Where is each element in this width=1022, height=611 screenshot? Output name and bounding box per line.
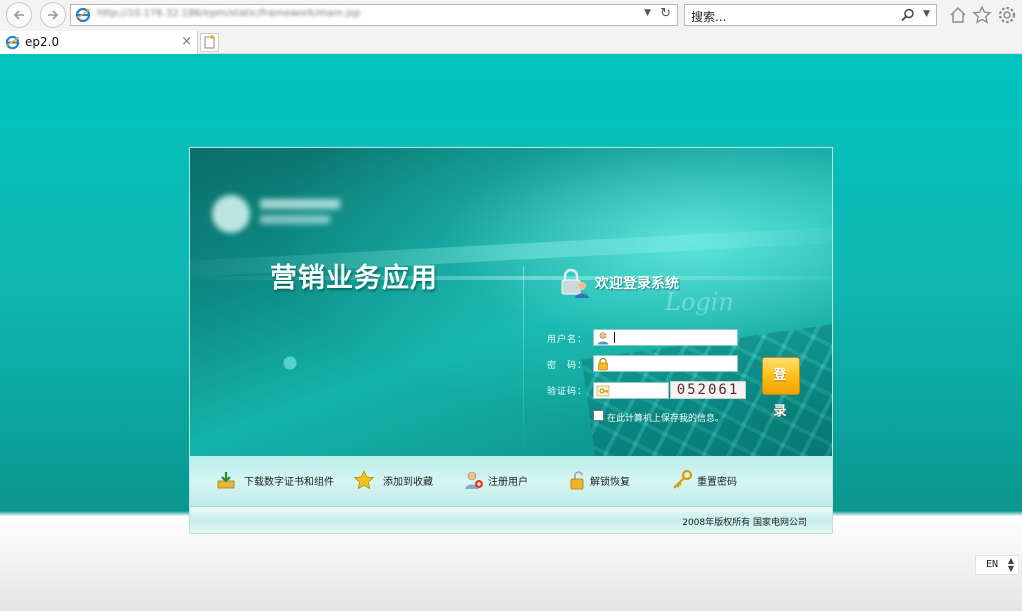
home-icon[interactable] [948,5,968,25]
captcha-input[interactable] [593,382,669,399]
ie-logo-icon [75,7,91,23]
link-label: 解锁恢复 [590,477,630,488]
key-icon [596,385,610,397]
search-placeholder: 搜索... [691,10,727,24]
address-dropdown-icon[interactable]: ▼ [644,8,651,18]
arrow-right-icon [48,10,59,20]
refresh-icon[interactable]: ↻ [660,6,671,21]
copyright-text: 2008年版权所有 国家电网公司 [682,518,807,528]
login-banner: 营销业务应用 欢迎登录系统 Login 用户名： 密 码： 验证码： 05206… [190,148,832,456]
forward-button[interactable] [40,2,66,28]
username-label: 用户名： [547,335,588,345]
login-panel: 营销业务应用 欢迎登录系统 Login 用户名： 密 码： 验证码： 05206… [189,147,833,534]
back-button[interactable] [6,2,32,28]
arrow-left-icon [13,10,24,20]
lock-icon [598,357,608,371]
login-watermark: Login [665,288,734,316]
link-label: 添加到收藏 [383,477,433,488]
ie-logo-icon [5,35,20,50]
link-label: 注册用户 [488,477,528,488]
user-icon [597,332,609,345]
app-title: 营销业务应用 [270,263,438,294]
star-favorites-icon[interactable] [972,5,992,25]
captcha-image[interactable]: 052061 [670,381,746,399]
spinner-arrows-icon[interactable]: ▲ ▼ [1008,557,1014,573]
remember-me-checkbox[interactable] [593,410,604,421]
page-background: 营销业务应用 欢迎登录系统 Login 用户名： 密 码： 验证码： 05206… [0,54,1022,611]
unlock-icon [570,471,584,490]
browser-toolbar: http://10.176.32.186/epm/static/framewor… [0,0,1022,31]
gear-icon[interactable] [997,5,1017,25]
footer: 2008年版权所有 国家电网公司 [190,506,832,533]
login-button[interactable]: 登 录 [762,357,800,419]
search-icon[interactable] [900,7,916,23]
tab-ep20[interactable]: ep2.0 × [0,31,198,54]
link-label: 下载数字证书和组件 [244,477,334,488]
user-lock-icon [561,268,589,298]
company-logo [212,193,352,235]
captcha-label: 验证码： [547,387,588,397]
link-label: 重置密码 [697,477,737,488]
username-input[interactable] [593,329,738,346]
new-tab-icon [204,35,215,49]
language-code: EN [986,559,999,570]
remember-me-label: 在此计算机上保存我的信息。 [607,414,725,424]
search-dropdown-icon[interactable]: ▼ [923,9,930,19]
password-label: 密 码： [547,361,588,371]
language-switcher[interactable]: EN ▲ ▼ [975,555,1019,575]
text-caret [614,332,615,343]
new-tab-button[interactable] [200,33,219,52]
user-add-icon [465,471,483,489]
quick-links-bar: 下载数字证书和组件 添加到收藏 注册用户 解锁恢复 重置密码 [190,456,832,506]
search-box[interactable]: 搜索... ▼ [684,4,937,26]
star-icon [353,470,375,490]
address-bar[interactable]: http://10.176.32.186/epm/static/framewor… [70,4,678,26]
close-icon[interactable]: × [181,34,192,49]
tab-bar: ep2.0 × [0,31,1022,54]
download-icon [217,472,235,489]
key-icon [673,470,693,489]
address-url: http://10.176.32.186/epm/static/framewor… [97,8,361,19]
password-input[interactable] [593,355,738,372]
tab-title: ep2.0 [25,35,60,49]
